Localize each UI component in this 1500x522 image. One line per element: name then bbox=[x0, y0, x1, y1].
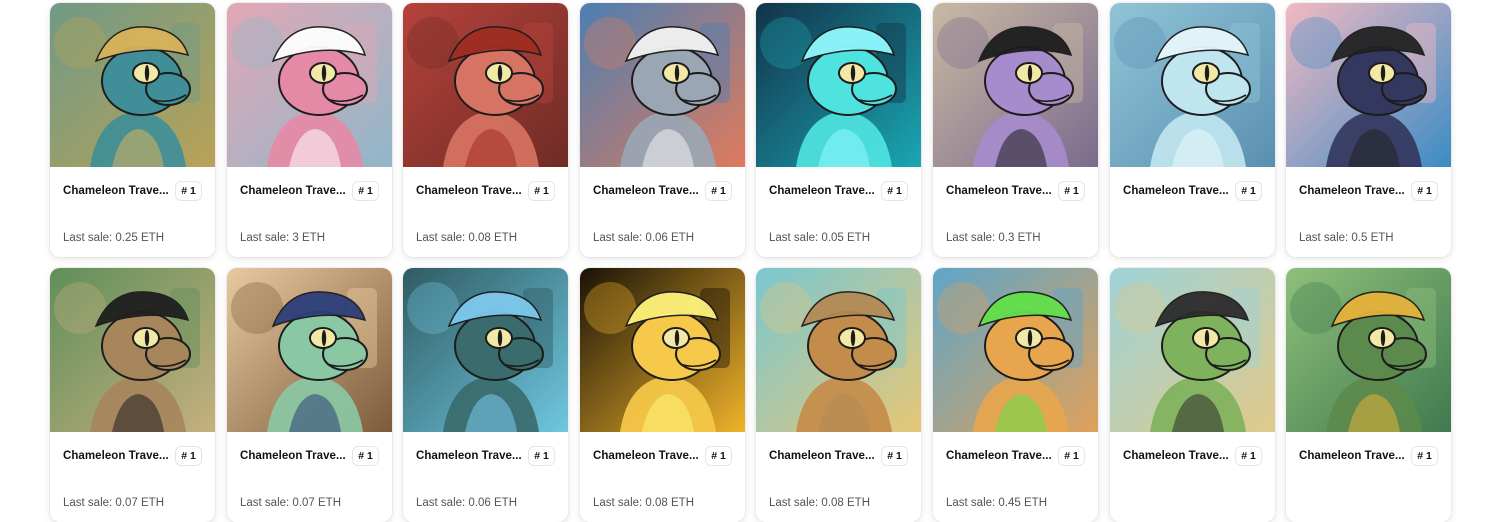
nft-name: Chameleon Trave... bbox=[240, 450, 346, 462]
token-number-badge: # 1 bbox=[529, 182, 554, 200]
token-number-badge: # 1 bbox=[1412, 447, 1437, 465]
nft-name: Chameleon Trave... bbox=[769, 185, 875, 197]
nft-card[interactable]: Chameleon Trave... # 1 Last sale: 0.07 ETH bbox=[50, 268, 215, 522]
nft-card[interactable]: Chameleon Trave... # 1 bbox=[1286, 268, 1451, 522]
nft-image[interactable] bbox=[227, 268, 392, 432]
nft-image[interactable] bbox=[50, 268, 215, 432]
token-number-badge: # 1 bbox=[176, 447, 201, 465]
nft-image[interactable] bbox=[403, 3, 568, 167]
chameleon-artwork bbox=[756, 268, 921, 432]
nft-card[interactable]: Chameleon Trave... # 1 Last sale: 0.5 ETH bbox=[1286, 3, 1451, 257]
nft-name: Chameleon Trave... bbox=[1299, 185, 1405, 197]
nft-name: Chameleon Trave... bbox=[946, 450, 1052, 462]
nft-card[interactable]: Chameleon Trave... # 1 Last sale: 0.06 ETH bbox=[580, 3, 745, 257]
nft-name: Chameleon Trave... bbox=[1299, 450, 1405, 462]
token-number-badge: # 1 bbox=[353, 182, 378, 200]
last-sale-price: Last sale: 0.08 ETH bbox=[593, 497, 694, 509]
last-sale-price: Last sale: 0.08 ETH bbox=[416, 232, 517, 244]
last-sale-price: Last sale: 0.5 ETH bbox=[1299, 232, 1394, 244]
nft-card[interactable]: Chameleon Trave... # 1 Last sale: 3 ETH bbox=[227, 3, 392, 257]
token-number-badge: # 1 bbox=[706, 182, 731, 200]
nft-card[interactable]: Chameleon Trave... # 1 Last sale: 0.07 ETH bbox=[227, 268, 392, 522]
nft-card[interactable]: Chameleon Trave... # 1 bbox=[1110, 3, 1275, 257]
nft-image[interactable] bbox=[50, 3, 215, 167]
nft-name: Chameleon Trave... bbox=[1123, 450, 1229, 462]
chameleon-artwork bbox=[1110, 3, 1275, 167]
nft-name: Chameleon Trave... bbox=[769, 450, 875, 462]
chameleon-artwork bbox=[227, 3, 392, 167]
last-sale-price: Last sale: 0.07 ETH bbox=[240, 497, 341, 509]
chameleon-artwork bbox=[933, 3, 1098, 167]
nft-image[interactable] bbox=[1286, 3, 1451, 167]
token-number-badge: # 1 bbox=[882, 447, 907, 465]
chameleon-artwork bbox=[1110, 268, 1275, 432]
chameleon-artwork bbox=[403, 268, 568, 432]
last-sale-price: Last sale: 3 ETH bbox=[240, 232, 326, 244]
last-sale-price: Last sale: 0.25 ETH bbox=[63, 232, 164, 244]
nft-card[interactable]: Chameleon Trave... # 1 Last sale: 0.08 ETH bbox=[756, 268, 921, 522]
nft-name: Chameleon Trave... bbox=[63, 450, 169, 462]
nft-image[interactable] bbox=[933, 268, 1098, 432]
nft-card-grid: Chameleon Trave... # 1 Last sale: 0.25 ETH… bbox=[0, 0, 1500, 522]
token-number-badge: # 1 bbox=[706, 447, 731, 465]
token-number-badge: # 1 bbox=[353, 447, 378, 465]
chameleon-artwork bbox=[50, 3, 215, 167]
nft-card[interactable]: Chameleon Trave... # 1 Last sale: 0.06 ETH bbox=[403, 268, 568, 522]
nft-image[interactable] bbox=[933, 3, 1098, 167]
nft-image[interactable] bbox=[227, 3, 392, 167]
nft-name: Chameleon Trave... bbox=[946, 185, 1052, 197]
nft-image[interactable] bbox=[580, 268, 745, 432]
token-number-badge: # 1 bbox=[1059, 447, 1084, 465]
token-number-badge: # 1 bbox=[176, 182, 201, 200]
nft-image[interactable] bbox=[403, 268, 568, 432]
last-sale-price: Last sale: 0.45 ETH bbox=[946, 497, 1047, 509]
last-sale-price: Last sale: 0.06 ETH bbox=[593, 232, 694, 244]
last-sale-price: Last sale: 0.06 ETH bbox=[416, 497, 517, 509]
nft-image[interactable] bbox=[1110, 3, 1275, 167]
nft-card[interactable]: Chameleon Trave... # 1 Last sale: 0.25 ETH bbox=[50, 3, 215, 257]
nft-name: Chameleon Trave... bbox=[416, 185, 522, 197]
nft-card[interactable]: Chameleon Trave... # 1 bbox=[1110, 268, 1275, 522]
token-number-badge: # 1 bbox=[1412, 182, 1437, 200]
nft-image[interactable] bbox=[756, 268, 921, 432]
chameleon-artwork bbox=[227, 268, 392, 432]
nft-image[interactable] bbox=[756, 3, 921, 167]
token-number-badge: # 1 bbox=[1059, 182, 1084, 200]
nft-card[interactable]: Chameleon Trave... # 1 Last sale: 0.05 ETH bbox=[756, 3, 921, 257]
nft-name: Chameleon Trave... bbox=[593, 450, 699, 462]
chameleon-artwork bbox=[756, 3, 921, 167]
token-number-badge: # 1 bbox=[529, 447, 554, 465]
nft-image[interactable] bbox=[1286, 268, 1451, 432]
last-sale-price: Last sale: 0.05 ETH bbox=[769, 232, 870, 244]
token-number-badge: # 1 bbox=[882, 182, 907, 200]
chameleon-artwork bbox=[580, 268, 745, 432]
nft-card[interactable]: Chameleon Trave... # 1 Last sale: 0.3 ETH bbox=[933, 3, 1098, 257]
nft-card[interactable]: Chameleon Trave... # 1 Last sale: 0.08 ETH bbox=[403, 3, 568, 257]
last-sale-price: Last sale: 0.3 ETH bbox=[946, 232, 1041, 244]
chameleon-artwork bbox=[580, 3, 745, 167]
last-sale-price: Last sale: 0.07 ETH bbox=[63, 497, 164, 509]
nft-name: Chameleon Trave... bbox=[240, 185, 346, 197]
token-number-badge: # 1 bbox=[1236, 182, 1261, 200]
nft-image[interactable] bbox=[580, 3, 745, 167]
nft-name: Chameleon Trave... bbox=[593, 185, 699, 197]
last-sale-price: Last sale: 0.08 ETH bbox=[769, 497, 870, 509]
chameleon-artwork bbox=[403, 3, 568, 167]
nft-name: Chameleon Trave... bbox=[416, 450, 522, 462]
nft-card[interactable]: Chameleon Trave... # 1 Last sale: 0.08 ETH bbox=[580, 268, 745, 522]
chameleon-artwork bbox=[50, 268, 215, 432]
token-number-badge: # 1 bbox=[1236, 447, 1261, 465]
nft-name: Chameleon Trave... bbox=[63, 185, 169, 197]
nft-image[interactable] bbox=[1110, 268, 1275, 432]
chameleon-artwork bbox=[1286, 268, 1451, 432]
nft-name: Chameleon Trave... bbox=[1123, 185, 1229, 197]
chameleon-artwork bbox=[1286, 3, 1451, 167]
chameleon-artwork bbox=[933, 268, 1098, 432]
nft-card[interactable]: Chameleon Trave... # 1 Last sale: 0.45 ETH bbox=[933, 268, 1098, 522]
